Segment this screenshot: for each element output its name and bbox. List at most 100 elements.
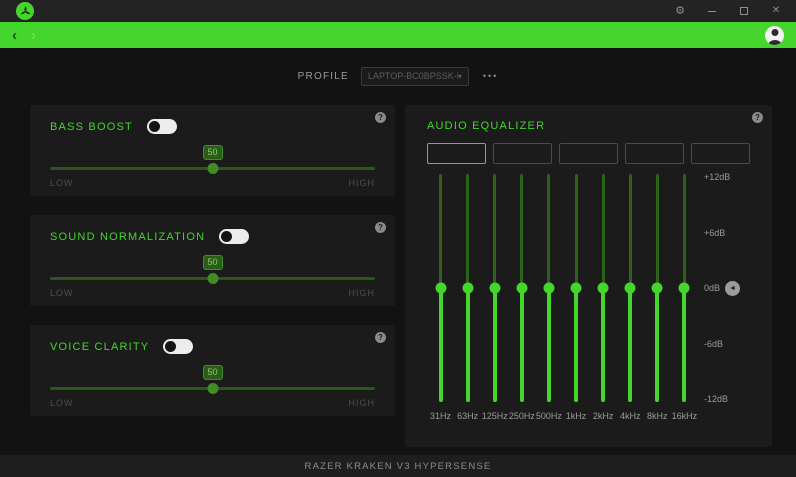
help-icon[interactable]: ? bbox=[375, 332, 386, 343]
band-track[interactable] bbox=[597, 174, 609, 402]
equalizer-band-slider[interactable]: 1kHz bbox=[562, 174, 589, 421]
equalizer-band-slider[interactable]: 125Hz bbox=[481, 174, 508, 421]
band-frequency-label: 63Hz bbox=[457, 411, 479, 421]
db-label: +12dB bbox=[704, 172, 731, 182]
band-handle[interactable] bbox=[516, 282, 528, 294]
equalizer-band-slider[interactable]: 31Hz bbox=[427, 174, 454, 421]
band-track[interactable] bbox=[543, 174, 555, 402]
band-frequency-label: 1kHz bbox=[565, 411, 587, 421]
profile-dropdown[interactable]: LAPTOP-BC0BPSSK-D... ▾ bbox=[360, 66, 469, 86]
profile-dropdown-value: LAPTOP-BC0BPSSK-D... bbox=[367, 71, 458, 81]
band-track[interactable] bbox=[462, 174, 474, 402]
band-frequency-label: 500Hz bbox=[535, 411, 562, 421]
slider-low-label: LOW bbox=[50, 398, 74, 408]
toggle-knob bbox=[148, 121, 160, 132]
help-icon[interactable]: ? bbox=[375, 112, 386, 123]
equalizer-band-slider[interactable]: 4kHz bbox=[617, 174, 644, 421]
equalizer-band-slider[interactable]: 2kHz bbox=[590, 174, 617, 421]
band-frequency-label: 31Hz bbox=[430, 411, 452, 421]
equalizer-band-slider[interactable]: 16kHz bbox=[671, 174, 698, 421]
panel-title: BASS BOOST bbox=[50, 120, 133, 133]
equalizer-band-slider[interactable]: 500Hz bbox=[535, 174, 562, 421]
enhancement-page: PROFILE LAPTOP-BC0BPSSK-D... ▾ ••• ? BAS… bbox=[0, 48, 796, 455]
preset-button[interactable] bbox=[625, 143, 684, 164]
reset-eq-button[interactable]: ◄ bbox=[725, 280, 741, 296]
preset-button[interactable] bbox=[691, 143, 750, 164]
profile-label: PROFILE bbox=[297, 70, 349, 82]
band-frequency-label: 125Hz bbox=[481, 411, 508, 421]
slider-handle[interactable] bbox=[207, 163, 218, 174]
main-grid: ? BASS BOOST 50 LOW HIGH ? SOUND NORMALI… bbox=[0, 86, 796, 447]
slider-high-label: HIGH bbox=[348, 398, 375, 408]
toggle-switch[interactable] bbox=[163, 339, 194, 354]
panel-title: VOICE CLARITY bbox=[50, 340, 150, 353]
band-handle[interactable] bbox=[462, 282, 474, 294]
toggle-switch[interactable] bbox=[219, 229, 250, 244]
band-handle[interactable] bbox=[489, 282, 501, 294]
band-fill bbox=[492, 288, 497, 402]
undo-arrow-icon: ◄ bbox=[729, 284, 736, 292]
slider-high-label: HIGH bbox=[348, 288, 375, 298]
toggle-switch[interactable] bbox=[146, 119, 177, 134]
razer-logo[interactable] bbox=[16, 2, 34, 20]
level-slider[interactable]: 50 bbox=[50, 255, 375, 284]
band-handle[interactable] bbox=[651, 282, 663, 294]
db-label: +6dB bbox=[704, 227, 726, 238]
minimize-icon bbox=[708, 10, 716, 12]
band-fill bbox=[546, 288, 551, 402]
titlebar: ⚙ ✕ bbox=[0, 0, 796, 22]
forward-chevron-icon[interactable]: › bbox=[31, 28, 36, 43]
equalizer-band-slider[interactable]: 63Hz bbox=[454, 174, 481, 421]
preset-button[interactable] bbox=[559, 143, 618, 164]
slider-high-label: HIGH bbox=[348, 178, 375, 188]
band-handle[interactable] bbox=[624, 282, 636, 294]
band-handle[interactable] bbox=[678, 282, 690, 294]
equalizer-presets bbox=[427, 143, 750, 164]
settings-gear-icon[interactable]: ⚙ bbox=[674, 5, 686, 17]
preset-button[interactable] bbox=[427, 143, 486, 164]
band-handle[interactable] bbox=[543, 282, 555, 294]
band-fill bbox=[438, 288, 443, 402]
help-icon[interactable]: ? bbox=[752, 112, 763, 123]
band-track[interactable] bbox=[678, 174, 690, 402]
slider-value-badge: 50 bbox=[202, 365, 223, 380]
close-button[interactable]: ✕ bbox=[770, 5, 782, 17]
band-fill bbox=[601, 288, 606, 402]
band-handle[interactable] bbox=[435, 282, 447, 294]
slider-handle[interactable] bbox=[207, 383, 218, 394]
profile-more-button[interactable]: ••• bbox=[483, 71, 498, 81]
db-label: 0dB bbox=[704, 283, 721, 293]
slider-low-label: LOW bbox=[50, 288, 74, 298]
preset-button[interactable] bbox=[493, 143, 552, 164]
band-track[interactable] bbox=[624, 174, 636, 402]
enhancement-panels: ? BASS BOOST 50 LOW HIGH ? SOUND NORMALI… bbox=[30, 105, 395, 447]
back-chevron-icon[interactable]: ‹ bbox=[12, 28, 17, 43]
toggle-knob bbox=[165, 341, 177, 352]
level-slider[interactable]: 50 bbox=[50, 365, 375, 394]
band-track[interactable] bbox=[651, 174, 663, 402]
minimize-button[interactable] bbox=[706, 5, 718, 17]
band-track[interactable] bbox=[516, 174, 528, 402]
slider-handle[interactable] bbox=[207, 273, 218, 284]
slider-low-label: LOW bbox=[50, 178, 74, 188]
band-fill bbox=[628, 288, 633, 402]
user-avatar[interactable] bbox=[765, 25, 784, 45]
band-fill bbox=[519, 288, 524, 402]
band-track[interactable] bbox=[489, 174, 501, 402]
help-icon[interactable]: ? bbox=[375, 222, 386, 233]
band-frequency-label: 8kHz bbox=[647, 411, 668, 421]
window-controls: ⚙ ✕ bbox=[674, 5, 782, 17]
maximize-button[interactable] bbox=[738, 5, 750, 17]
enhancement-panel: ? VOICE CLARITY 50 LOW HIGH bbox=[30, 325, 395, 416]
slider-value-badge: 50 bbox=[202, 255, 223, 270]
band-track[interactable] bbox=[570, 174, 582, 402]
band-fill bbox=[682, 288, 687, 402]
device-bar: RAZER KRAKEN V3 HYPERSENSE bbox=[0, 455, 796, 477]
equalizer-band-slider[interactable]: 250Hz bbox=[508, 174, 535, 421]
equalizer-band-slider[interactable]: 8kHz bbox=[644, 174, 671, 421]
band-track[interactable] bbox=[435, 174, 447, 402]
level-slider[interactable]: 50 bbox=[50, 145, 375, 174]
maximize-icon bbox=[740, 7, 748, 15]
band-handle[interactable] bbox=[570, 282, 582, 294]
band-handle[interactable] bbox=[597, 282, 609, 294]
